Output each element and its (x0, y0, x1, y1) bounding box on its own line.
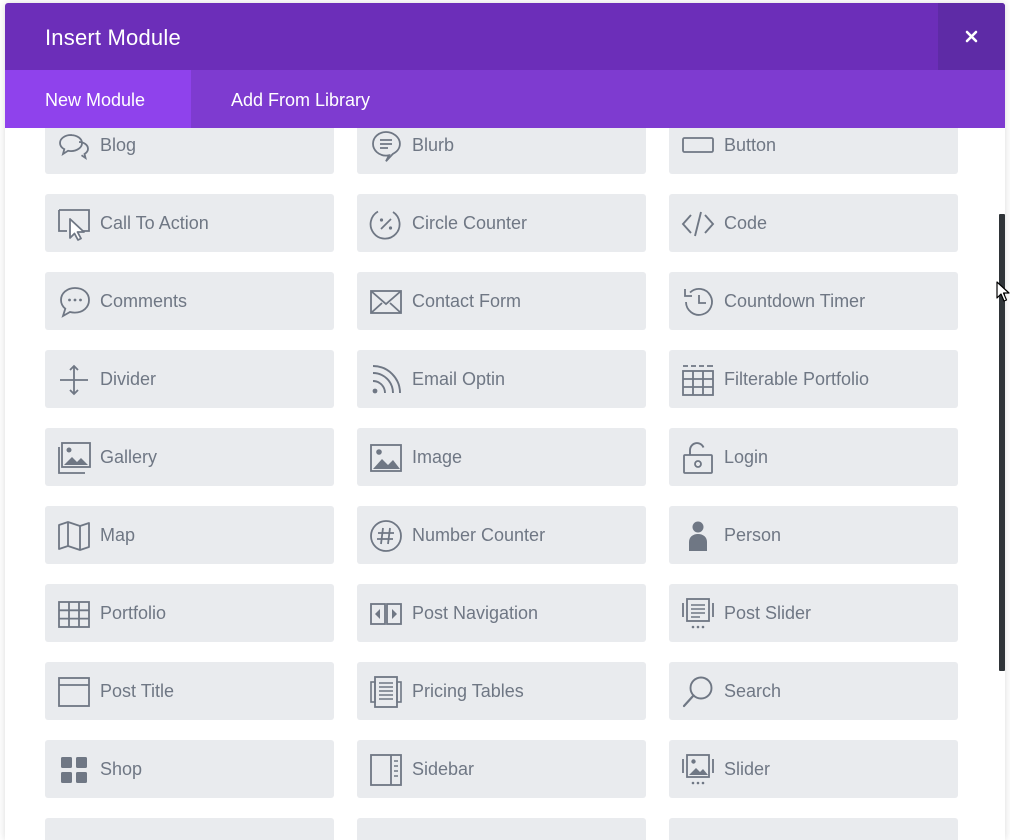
module-label: Gallery (100, 447, 158, 467)
grid-icon (58, 601, 90, 628)
module-label: Post Navigation (412, 603, 539, 623)
circle-counter-icon (369, 210, 401, 240)
tab-bar: New Module Add From Library (5, 70, 1005, 128)
search-icon (682, 676, 713, 708)
module-code[interactable]: Code (669, 194, 958, 252)
module-call-to-action[interactable]: Call To Action (45, 194, 334, 252)
module-module-29[interactable] (669, 818, 958, 840)
mouse-pointer-icon (996, 281, 1010, 302)
close-button[interactable] (938, 3, 1005, 70)
module-divider[interactable]: Divider (45, 350, 334, 408)
module-email-optin[interactable]: Email Optin (357, 350, 646, 408)
dialog-title: Insert Module (45, 25, 181, 50)
module-label: Portfolio (100, 603, 167, 623)
module-label: Search (724, 681, 782, 701)
module-label: Button (724, 135, 777, 155)
pricing-tables-icon (370, 676, 402, 708)
module-login[interactable]: Login (669, 428, 958, 486)
module-label: Slider (724, 759, 771, 779)
sidebar-icon (370, 754, 402, 786)
module-button[interactable]: Button (669, 128, 958, 174)
history-clock-icon (684, 288, 713, 316)
module-portfolio[interactable]: Portfolio (45, 584, 334, 642)
divider-icon (60, 364, 88, 396)
unlock-icon (683, 442, 713, 474)
blurb-icon (372, 131, 401, 162)
button-icon (682, 137, 714, 153)
module-pricing-tables[interactable]: Pricing Tables (357, 662, 646, 720)
shop-icon (61, 757, 87, 783)
module-gallery[interactable]: Gallery (45, 428, 334, 486)
module-slider[interactable]: Slider (669, 740, 958, 798)
module-label: Map (100, 525, 136, 545)
module-label: Call To Action (100, 213, 209, 233)
module-label: Email Optin (412, 369, 506, 389)
dialog-header: Insert Module (5, 3, 1005, 70)
module-label: Number Counter (412, 525, 546, 545)
module-sidebar[interactable]: Sidebar (357, 740, 646, 798)
module-shop[interactable]: Shop (45, 740, 334, 798)
module-countdown-timer[interactable]: Countdown Timer (669, 272, 958, 330)
module-label: Comments (100, 291, 188, 311)
module-filterable-portfolio[interactable]: Filterable Portfolio (669, 350, 958, 408)
module-label: Login (724, 447, 769, 467)
map-icon (58, 521, 90, 551)
post-title-icon (58, 677, 90, 707)
close-icon (965, 30, 978, 43)
module-search[interactable]: Search (669, 662, 958, 720)
insert-module-dialog: Insert Module New Module Add From Librar… (5, 3, 1005, 840)
module-post-slider[interactable]: Post Slider (669, 584, 958, 642)
module-label: Code (724, 213, 768, 233)
module-label: Pricing Tables (412, 681, 524, 701)
module-label: Post Slider (724, 603, 812, 623)
module-person[interactable]: Person (669, 506, 958, 564)
module-blog[interactable]: Blog (45, 128, 334, 174)
module-label: Sidebar (412, 759, 475, 779)
module-label: Circle Counter (412, 213, 528, 233)
hash-icon (370, 520, 402, 552)
module-comments[interactable]: Comments (45, 272, 334, 330)
module-label: Blurb (412, 135, 455, 155)
module-label: Post Title (100, 681, 175, 701)
module-label: Divider (100, 369, 157, 389)
module-map[interactable]: Map (45, 506, 334, 564)
module-label: Image (412, 447, 463, 467)
slider-icon (682, 754, 714, 785)
blog-icon (59, 134, 89, 161)
tab-new-module[interactable]: New Module (5, 70, 191, 128)
module-label: Contact Form (412, 291, 522, 311)
module-blurb[interactable]: Blurb (357, 128, 646, 174)
module-label: Countdown Timer (724, 291, 866, 311)
module-post-title[interactable]: Post Title (45, 662, 334, 720)
post-slider-icon (682, 598, 714, 629)
module-contact-form[interactable]: Contact Form (357, 272, 646, 330)
image-icon (370, 444, 402, 472)
module-list[interactable]: Blog Blurb Button Call To Action Circle Coun… (5, 128, 1005, 840)
module-post-navigation[interactable]: Post Navigation (357, 584, 646, 642)
tab-add-from-library[interactable]: Add From Library (191, 70, 370, 128)
module-module-28[interactable] (357, 818, 646, 840)
post-navigation-icon (370, 603, 402, 625)
rss-icon (372, 365, 401, 394)
module-image[interactable]: Image (357, 428, 646, 486)
module-label: Shop (100, 759, 143, 779)
module-circle-counter[interactable]: Circle Counter (357, 194, 646, 252)
comments-icon (60, 287, 90, 318)
module-module-27[interactable] (45, 818, 334, 840)
call-to-action-icon (58, 209, 90, 241)
module-number-counter[interactable]: Number Counter (357, 506, 646, 564)
code-icon (681, 211, 715, 237)
gallery-icon (58, 442, 91, 474)
envelope-icon (370, 290, 402, 314)
module-label: Blog (100, 135, 137, 155)
module-label: Person (724, 525, 782, 545)
module-label: Filterable Portfolio (724, 369, 870, 389)
person-icon (689, 521, 707, 551)
filterable-grid-icon (682, 365, 714, 396)
